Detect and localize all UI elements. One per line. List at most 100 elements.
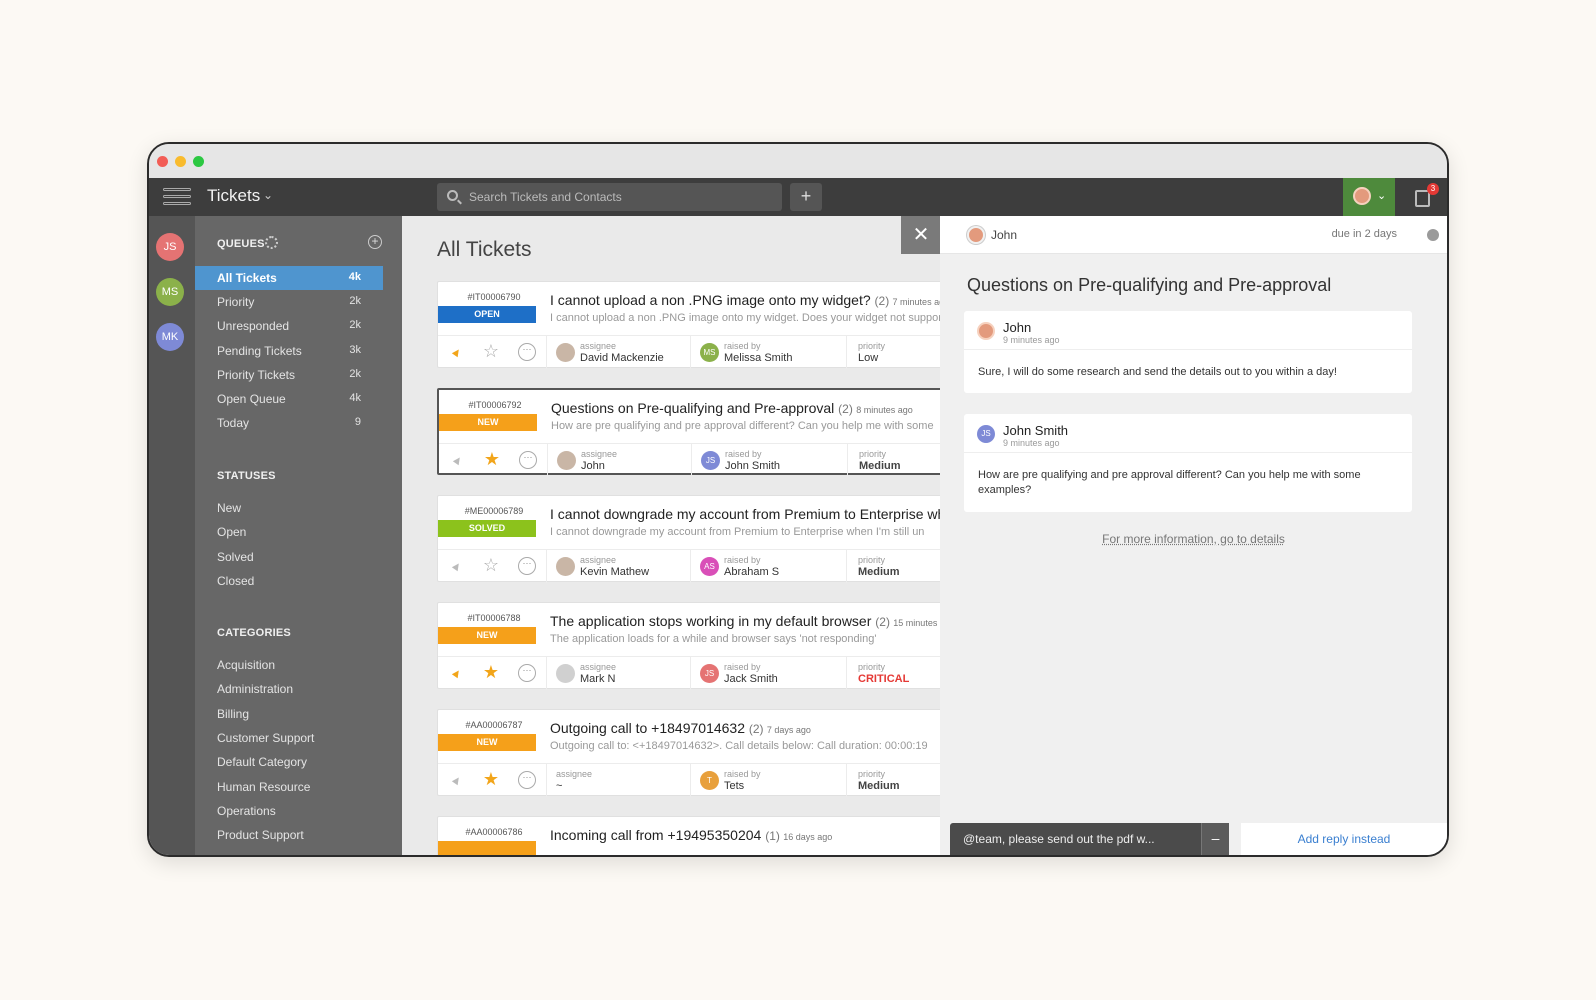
app-title[interactable]: Tickets (207, 186, 260, 206)
ticket-card[interactable]: #IT00006790 OPEN I cannot upload a non .PN… (437, 281, 940, 369)
sidebar-item-queue[interactable]: Open Queue 4k (195, 387, 383, 411)
more-info-link[interactable]: For more information, go to details (940, 532, 1447, 546)
top-bar: Tickets ⌄ + ⌄ 3 (149, 178, 1447, 216)
divider (690, 336, 691, 369)
sidebar-item-status[interactable]: Solved (217, 550, 254, 564)
search-box[interactable] (437, 183, 782, 211)
assignee-name[interactable]: Mark N (580, 673, 615, 685)
ticket-card[interactable]: #ME00006789 SOLVED I cannot downgrade my a… (437, 495, 940, 583)
pin-icon[interactable]: ▲ (447, 449, 469, 471)
reply-count: (2) 15 minutes a (875, 615, 940, 629)
ticket-card[interactable]: #IT00006788 NEW The application stops work… (437, 602, 940, 690)
pin-icon[interactable]: ▲ (446, 555, 468, 577)
user-menu-button[interactable]: ⌄ (1343, 178, 1395, 216)
raised-by-name[interactable]: John Smith (725, 460, 780, 472)
notifications-button[interactable]: 3 (1413, 183, 1439, 207)
detail-assignee-name[interactable]: John (991, 228, 1017, 242)
more-options-icon[interactable]: ··· (518, 771, 536, 789)
pin-icon[interactable]: ▲ (446, 769, 468, 791)
ticket-card[interactable]: #IT00006792 NEW Questions on Pre-qualifyin… (437, 388, 940, 477)
priority-value[interactable]: Medium (859, 460, 901, 472)
star-icon[interactable]: ☆ (482, 556, 500, 574)
sidebar-item-category[interactable]: Administration (217, 682, 293, 696)
ticket-title[interactable]: I cannot upload a non .PNG image onto my… (550, 292, 940, 308)
menu-icon[interactable] (163, 187, 193, 207)
more-options-icon[interactable]: ··· (518, 664, 536, 682)
more-options-icon[interactable]: ··· (518, 343, 536, 361)
divider (546, 336, 547, 369)
agent-avatar[interactable]: JS (156, 233, 184, 261)
sidebar-item-category[interactable]: Default Category (217, 755, 307, 769)
status-badge: NEW (439, 414, 537, 431)
sidebar-item-category[interactable]: Product Support (217, 828, 304, 842)
ticket-title[interactable]: The application stops working in my defa… (550, 613, 940, 629)
ticket-title[interactable]: Incoming call from +19495350204 (1) 16 d… (550, 827, 832, 843)
agent-avatar[interactable]: MS (156, 278, 184, 306)
priority-value[interactable]: Medium (858, 780, 900, 792)
minimize-window-button[interactable] (175, 156, 186, 167)
raised-by-name[interactable]: Jack Smith (724, 673, 778, 685)
divider (690, 657, 691, 690)
close-window-button[interactable] (157, 156, 168, 167)
more-options-icon[interactable]: ··· (519, 451, 537, 469)
status-indicator[interactable] (1427, 229, 1439, 241)
ticket-title-text: The application stops working in my defa… (550, 613, 872, 629)
add-reply-button[interactable]: Add reply instead (1241, 823, 1447, 855)
sidebar-item-category[interactable]: Billing (217, 707, 249, 721)
raised-by-name[interactable]: Abraham S (724, 566, 779, 578)
maximize-window-button[interactable] (193, 156, 204, 167)
sidebar-item-status[interactable]: Open (217, 525, 246, 539)
divider (847, 444, 848, 477)
minimize-reply-button[interactable]: – (1201, 823, 1229, 855)
add-queue-button[interactable]: + (368, 235, 382, 249)
sidebar-item-category[interactable]: Human Resource (217, 780, 310, 794)
priority-value[interactable]: Low (858, 352, 878, 364)
reply-count-value: (2) (874, 294, 890, 308)
assignee-name[interactable]: ~ (556, 780, 562, 792)
sidebar-item-queue[interactable]: Priority Tickets 2k (195, 363, 383, 387)
pin-icon[interactable]: ▲ (446, 662, 468, 684)
sidebar-item-queue[interactable]: All Tickets 4k (195, 266, 383, 290)
ticket-card[interactable]: #AA00006786 Incoming call from +194953502… (437, 816, 940, 855)
reply-count: (2) 7 days ago (749, 722, 811, 736)
reply-count: (1) 16 days ago (765, 829, 832, 843)
sidebar-item-status[interactable]: New (217, 501, 241, 515)
raised-by-name[interactable]: Tets (724, 780, 744, 792)
chevron-down-icon[interactable]: ⌄ (263, 188, 273, 202)
priority-value[interactable]: CRITICAL (858, 673, 909, 685)
gear-icon[interactable] (265, 236, 278, 249)
raised-by-name[interactable]: Melissa Smith (724, 352, 792, 364)
reply-draft-field[interactable]: @team, please send out the pdf w... (950, 823, 1201, 855)
sidebar-item-queue[interactable]: Today 9 (195, 411, 383, 435)
pin-icon[interactable]: ▲ (446, 341, 468, 363)
assignee-name[interactable]: Kevin Mathew (580, 566, 649, 578)
sidebar-item-category[interactable]: Customer Support (217, 731, 314, 745)
sidebar-item-category[interactable]: Acquisition (217, 658, 275, 672)
priority-value[interactable]: Medium (858, 566, 900, 578)
add-ticket-button[interactable]: + (790, 183, 822, 211)
assignee-name[interactable]: John (581, 460, 605, 472)
star-icon[interactable]: ★ (483, 450, 501, 468)
reply-count-value: (2) (748, 722, 764, 736)
close-detail-button[interactable]: ✕ (901, 216, 941, 254)
sidebar-item-category[interactable]: Operations (217, 804, 276, 818)
star-icon[interactable]: ☆ (482, 342, 500, 360)
assignee-avatar (556, 557, 575, 576)
ticket-title[interactable]: Outgoing call to +18497014632 (2) 7 days… (550, 720, 811, 736)
star-icon[interactable]: ★ (482, 663, 500, 681)
reply-count-value: (1) (765, 829, 780, 843)
assignee-avatar (556, 664, 575, 683)
queue-label: Priority Tickets (217, 367, 296, 382)
sidebar-item-status[interactable]: Closed (217, 574, 254, 588)
assignee-name[interactable]: David Mackenzie (580, 352, 664, 364)
ticket-card[interactable]: #AA00006787 NEW Outgoing call to +18497014… (437, 709, 940, 797)
more-options-icon[interactable]: ··· (518, 557, 536, 575)
agent-avatar[interactable]: MK (156, 323, 184, 351)
sidebar-item-queue[interactable]: Pending Tickets 3k (195, 339, 383, 363)
sidebar-item-queue[interactable]: Priority 2k (195, 290, 383, 314)
ticket-title[interactable]: I cannot downgrade my account from Premi… (550, 506, 940, 522)
search-input[interactable] (469, 187, 769, 207)
sidebar-item-queue[interactable]: Unresponded 2k (195, 314, 383, 338)
ticket-title[interactable]: Questions on Pre-qualifying and Pre-appr… (551, 400, 913, 416)
star-icon[interactable]: ★ (482, 770, 500, 788)
